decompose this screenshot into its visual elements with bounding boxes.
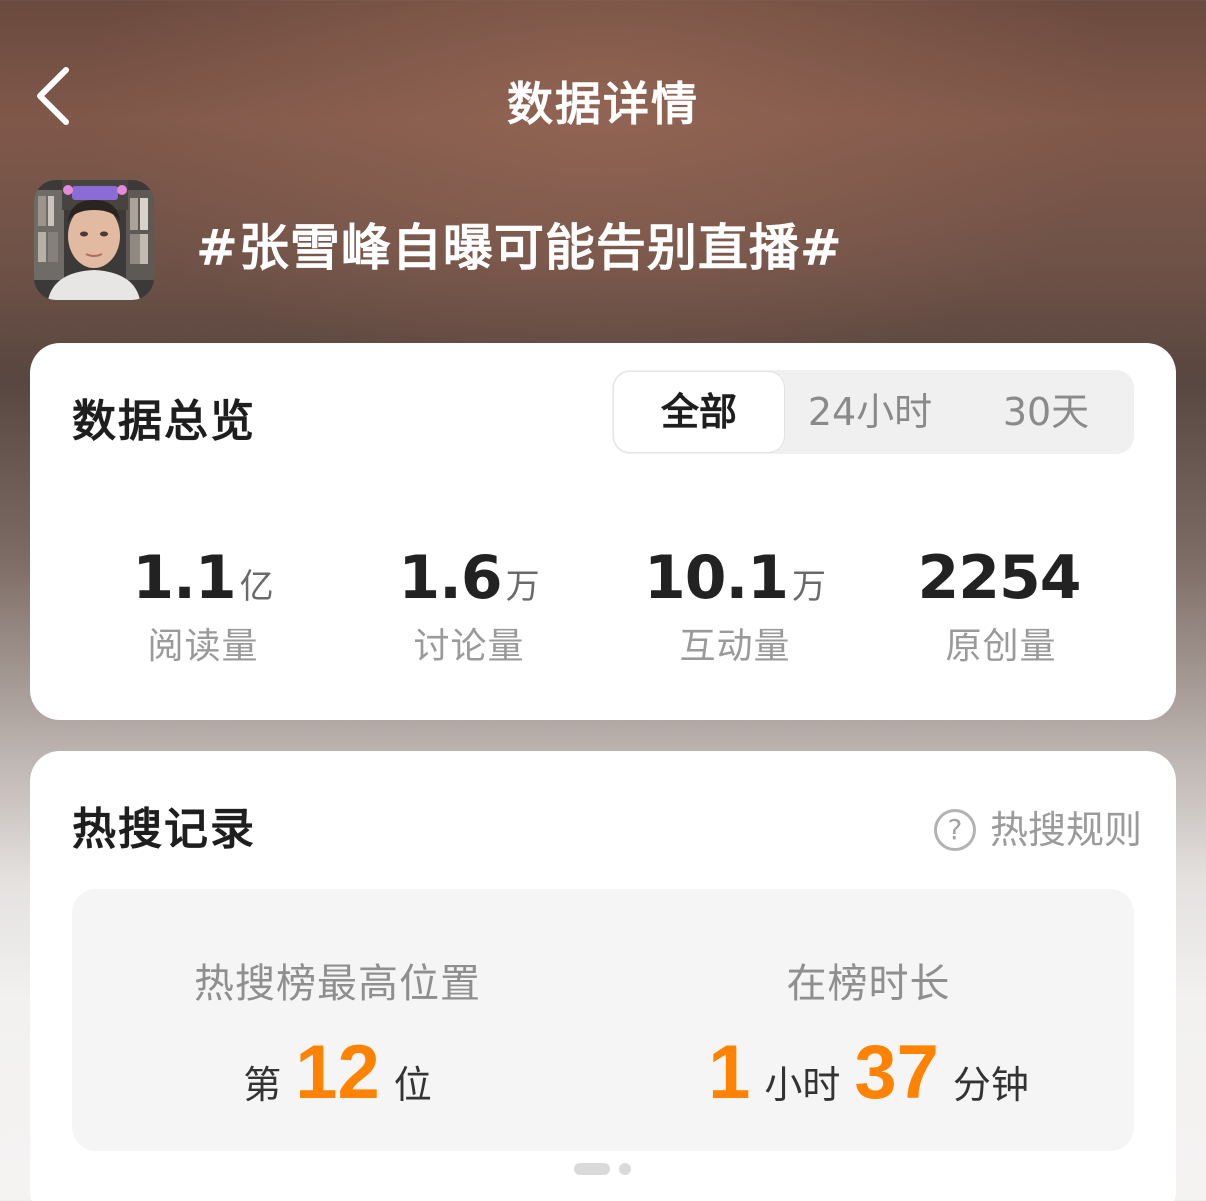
minutes-unit: 分钟 [952,1063,1029,1107]
hot-search-rules-link[interactable]: ? 热搜规则 [933,799,1142,852]
tab-24h[interactable]: 24小时 [788,370,952,454]
hours-unit: 小时 [764,1063,841,1107]
page-dot[interactable] [619,1163,631,1175]
stat-unit: 万 [792,567,827,607]
stat-unit: 万 [505,567,540,607]
stat-reads: 1.1 亿 阅读量 [70,543,336,667]
duration-minutes: 37 [854,1030,939,1115]
stat-label: 讨论量 [413,626,525,667]
avatar-image [34,180,154,300]
tab-all[interactable]: 全部 [614,372,784,452]
stat-label: 原创量 [945,626,1057,667]
stat-originals: 2254 原创量 [868,543,1134,667]
duration-label: 在榜时长 [786,961,951,1007]
stat-label: 阅读量 [147,626,259,667]
hot-search-card: 热搜记录 ? 热搜规则 热搜榜最高位置 第 12 位 在榜时长 1 小时 37 分钟 [30,751,1176,1201]
topic-avatar[interactable] [34,180,154,300]
question-circle-icon: ? [933,808,976,851]
stat-value: 2254 [917,543,1082,613]
stat-interactions: 10.1 万 互动量 [602,543,868,667]
overview-title: 数据总览 [72,396,256,447]
tab-30d[interactable]: 30天 [964,370,1128,454]
on-list-duration: 在榜时长 1 小时 37 分钟 [603,889,1134,1151]
highest-rank-value-row: 第 12 位 [72,1029,603,1115]
stat-discussions: 1.6 万 讨论量 [336,543,602,667]
stat-value: 1.1 [132,543,236,613]
stat-unit: 亿 [239,567,274,607]
duration-hours: 1 [708,1030,751,1115]
rank-prefix: 第 [243,1063,282,1107]
stats-row: 1.1 亿 阅读量 1.6 万 讨论量 10.1 万 互动量 2254 原创量 [70,543,1136,667]
rules-label: 热搜规则 [989,808,1142,852]
nav-bar: 数据详情 [0,50,1206,146]
topic-title: #张雪峰自曝可能告别直播# [196,219,843,277]
highest-rank-label: 热搜榜最高位置 [194,961,481,1007]
topic-header: #张雪峰自曝可能告别直播# [34,180,1174,302]
page-dot-active[interactable] [574,1163,610,1175]
page-title: 数据详情 [507,77,699,131]
hot-search-title: 热搜记录 [72,804,256,855]
time-range-tabs: 全部 24小时 30天 [612,370,1134,454]
duration-value-row: 1 小时 37 分钟 [603,1029,1134,1115]
stat-value: 10.1 [643,543,789,613]
overview-card: 数据总览 全部 24小时 30天 1.1 亿 阅读量 1.6 万 讨论量 10.1 万… [30,343,1176,720]
page-indicator [30,1163,1176,1177]
rank-suffix: 位 [393,1063,432,1107]
stat-label: 互动量 [679,626,791,667]
stat-value: 1.6 [398,543,502,613]
highest-rank: 热搜榜最高位置 第 12 位 [72,889,603,1151]
hot-search-summary: 热搜榜最高位置 第 12 位 在榜时长 1 小时 37 分钟 [72,889,1134,1151]
rank-value: 12 [295,1030,380,1115]
